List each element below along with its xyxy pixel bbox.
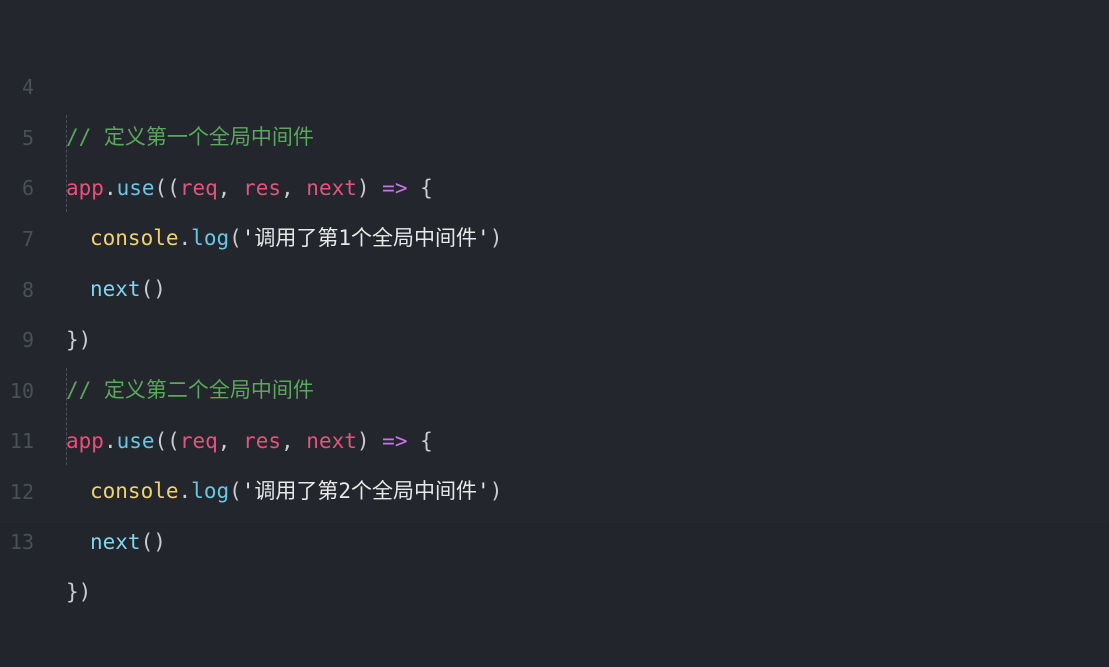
- open-brace: {: [420, 176, 433, 200]
- param-req: req: [179, 429, 218, 453]
- identifier-console: console: [90, 226, 179, 250]
- identifier-app: app: [66, 429, 104, 453]
- param-req: req: [179, 176, 218, 200]
- close-brace: }): [66, 580, 92, 604]
- call-next: next: [90, 277, 141, 301]
- close-brace: }): [66, 328, 92, 352]
- arrow-operator: =>: [382, 429, 408, 453]
- code-comment: // 定义第二个全局中间件: [66, 378, 314, 402]
- code-line[interactable]: 5 app.use((req, res, next) => {: [0, 63, 433, 200]
- code-comment: // 定义第一个全局中间件: [66, 125, 314, 149]
- code-line[interactable]: 9 // 定义第二个全局中间件: [0, 265, 314, 402]
- code-line[interactable]: 13 }): [0, 467, 91, 604]
- method-log: log: [191, 479, 230, 503]
- code-line[interactable]: 12 next(): [0, 417, 166, 554]
- arrow-operator: =>: [382, 176, 408, 200]
- code-line[interactable]: 6 console.log('调用了第1个全局中间件'): [0, 113, 502, 250]
- method-use: use: [116, 176, 155, 200]
- line-number: 13: [9, 530, 34, 554]
- identifier-console: console: [90, 479, 179, 503]
- param-next: next: [306, 429, 357, 453]
- method-use: use: [116, 429, 155, 453]
- open-brace: {: [420, 429, 433, 453]
- param-res: res: [243, 176, 281, 200]
- string-literal: '调用了第2个全局中间件': [241, 479, 490, 503]
- identifier-app: app: [66, 176, 104, 200]
- code-line[interactable]: 10 app.use((req, res, next) => {: [0, 316, 433, 453]
- call-parens: (): [140, 277, 166, 301]
- method-log: log: [191, 226, 230, 250]
- code-line[interactable]: 7 next(): [0, 164, 166, 301]
- code-line[interactable]: 8 }): [0, 215, 91, 352]
- string-literal: '调用了第1个全局中间件': [241, 226, 490, 250]
- call-parens: (): [140, 530, 166, 554]
- param-next: next: [306, 176, 357, 200]
- param-res: res: [243, 429, 281, 453]
- code-line[interactable]: 4 // 定义第一个全局中间件: [0, 12, 314, 149]
- call-next: next: [90, 530, 141, 554]
- code-line[interactable]: 11 console.log('调用了第2个全局中间件'): [0, 366, 502, 503]
- code-editor[interactable]: 4 // 定义第一个全局中间件 5 app.use((req, res, nex…: [0, 0, 1109, 604]
